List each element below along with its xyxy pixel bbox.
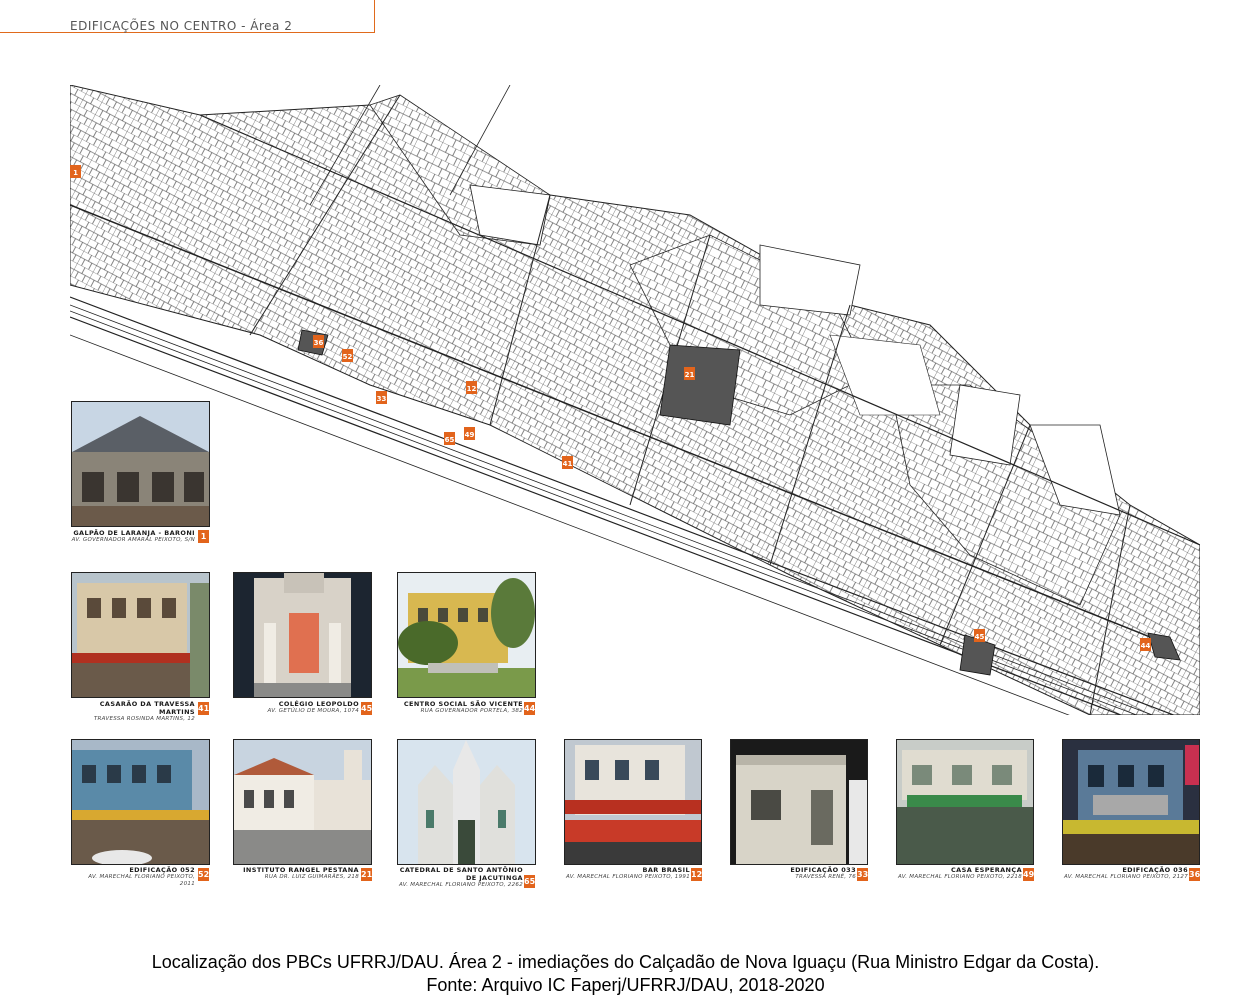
building-number-badge: 36: [1189, 868, 1201, 881]
photo-casarao-travessa-martins: [71, 572, 210, 698]
map-marker-label: 36: [314, 339, 324, 347]
caption-edificacao-036: EDIFICAÇÃO 036 AV. MARECHAL FLORIANO PEI…: [1062, 866, 1188, 881]
building-address: AV. MARECHAL FLORIANO PEIXOTO, 2262: [398, 882, 523, 888]
map-marker-label: 41: [563, 460, 573, 468]
caption-edificacao-052: EDIFICAÇÃO 052 AV. MARECHAL FLORIANO PEI…: [71, 866, 195, 888]
building-title: CASARÃO DA TRAVESSA MARTINS: [99, 700, 195, 716]
caption-casa-esperanca: CASA ESPERANÇA AV. MARECHAL FLORIANO PEI…: [896, 866, 1022, 881]
building-number-badge: 12: [691, 868, 703, 881]
photo-bar-brasil: [564, 739, 702, 865]
caption-galpao: GALPÃO DE LARANJA - BARONI AV. GOVERNADO…: [71, 529, 195, 544]
building-number-badge: 49: [1023, 868, 1035, 881]
photo-edificacao-036: [1062, 739, 1200, 865]
photo-casa-esperanca: [896, 739, 1034, 865]
building-address: AV. MARECHAL FLORIANO PEIXOTO, 1991: [565, 874, 690, 880]
caption-centro-social: CENTRO SOCIAL SÃO VICENTE RUA GOVERNADOR…: [397, 700, 523, 715]
caption-edificacao-033: EDIFICAÇÃO 033 TRAVESSA RENÉ, 76: [730, 866, 856, 881]
figure-caption: Localização dos PBCs UFRRJ/DAU. Área 2 -…: [151, 952, 1100, 972]
figure-source: Fonte: Arquivo IC Faperj/UFRRJ/DAU, 2018…: [426, 975, 825, 995]
building-title: COLÉGIO LEOPOLDO: [278, 700, 359, 708]
building-address: TRAVESSA RENÉ, 76: [795, 874, 856, 880]
building-address: AV. MARECHAL FLORIANO PEIXOTO, 2218: [897, 874, 1022, 880]
building-address: RUA DR. LUIZ GUIMARÃES, 218: [264, 874, 359, 880]
map-marker-label: 45: [975, 633, 985, 641]
map-marker-label: 1: [73, 169, 78, 177]
section-header: EDIFICAÇÕES NO CENTRO - Área 2: [0, 0, 375, 33]
map-marker-label: 21: [685, 371, 695, 379]
building-address: AV. GOVERNADOR AMARAL PEIXOTO, S/N: [71, 537, 195, 543]
building-title: CENTRO SOCIAL SÃO VICENTE: [403, 700, 523, 708]
building-title: CASA ESPERANÇA: [951, 866, 1022, 874]
building-number-badge: 21: [361, 868, 373, 881]
photo-catedral-santo-antonio: [397, 739, 536, 865]
building-number-badge: 41: [198, 702, 210, 715]
caption-bar-brasil: BAR BRASIL AV. MARECHAL FLORIANO PEIXOTO…: [564, 866, 690, 881]
caption-instituto: INSTITUTO RANGEL PESTANA RUA DR. LUIZ GU…: [233, 866, 359, 881]
building-number-badge: 33: [857, 868, 869, 881]
building-address: TRAVESSA ROSINDA MARTINS, 12: [93, 716, 195, 722]
building-number-badge: 65: [524, 875, 536, 888]
building-title: EDIFICAÇÃO 033: [790, 866, 856, 874]
building-address: AV. MARECHAL FLORIANO PEIXOTO, 2011: [88, 874, 195, 887]
building-title: CATEDRAL DE SANTO ANTÔNIO: [399, 866, 523, 874]
building-number-badge: 1: [198, 530, 209, 543]
building-address: AV. MARECHAL FLORIANO PEIXOTO, 2127: [1063, 874, 1188, 880]
building-address: AV. GETÚLIO DE MOURA, 1074: [267, 708, 359, 714]
map-marker-label: 65: [445, 436, 455, 444]
map-marker-label: 33: [377, 395, 387, 403]
building-address: RUA GOVERNADOR PORTELA, 382: [420, 708, 523, 714]
building-title: EDIFICAÇÃO 052: [129, 866, 195, 874]
map-marker-label: 49: [465, 431, 475, 439]
map-marker-label: 44: [1141, 642, 1151, 650]
photo-galpao-de-laranja: [71, 401, 210, 527]
building-number-badge: 44: [524, 702, 536, 715]
photo-edificacao-052: [71, 739, 210, 865]
caption-catedral: CATEDRAL DE SANTO ANTÔNIO DE JACUTINGA A…: [397, 866, 523, 889]
caption-casarao: CASARÃO DA TRAVESSA MARTINS TRAVESSA ROS…: [71, 700, 195, 723]
building-title: EDIFICAÇÃO 036: [1122, 866, 1188, 874]
map-marker-label: 12: [467, 385, 477, 393]
photo-centro-social-sao-vicente: [397, 572, 536, 698]
building-title: INSTITUTO RANGEL PESTANA: [243, 866, 359, 874]
photo-colegio-leopoldo: [233, 572, 372, 698]
caption-colegio: COLÉGIO LEOPOLDO AV. GETÚLIO DE MOURA, 1…: [233, 700, 359, 715]
building-number-badge: 52: [198, 868, 210, 881]
section-title: EDIFICAÇÕES NO CENTRO - Área 2: [70, 19, 293, 33]
building-title-line2: DE JACUTINGA: [465, 874, 523, 882]
building-title: BAR BRASIL: [642, 866, 690, 874]
building-number-badge: 45: [361, 702, 373, 715]
map-marker-label: 52: [343, 353, 353, 361]
photo-edificacao-033: [730, 739, 868, 865]
building-title: GALPÃO DE LARANJA - BARONI: [73, 529, 195, 537]
photo-instituto-rangel-pestana: [233, 739, 372, 865]
